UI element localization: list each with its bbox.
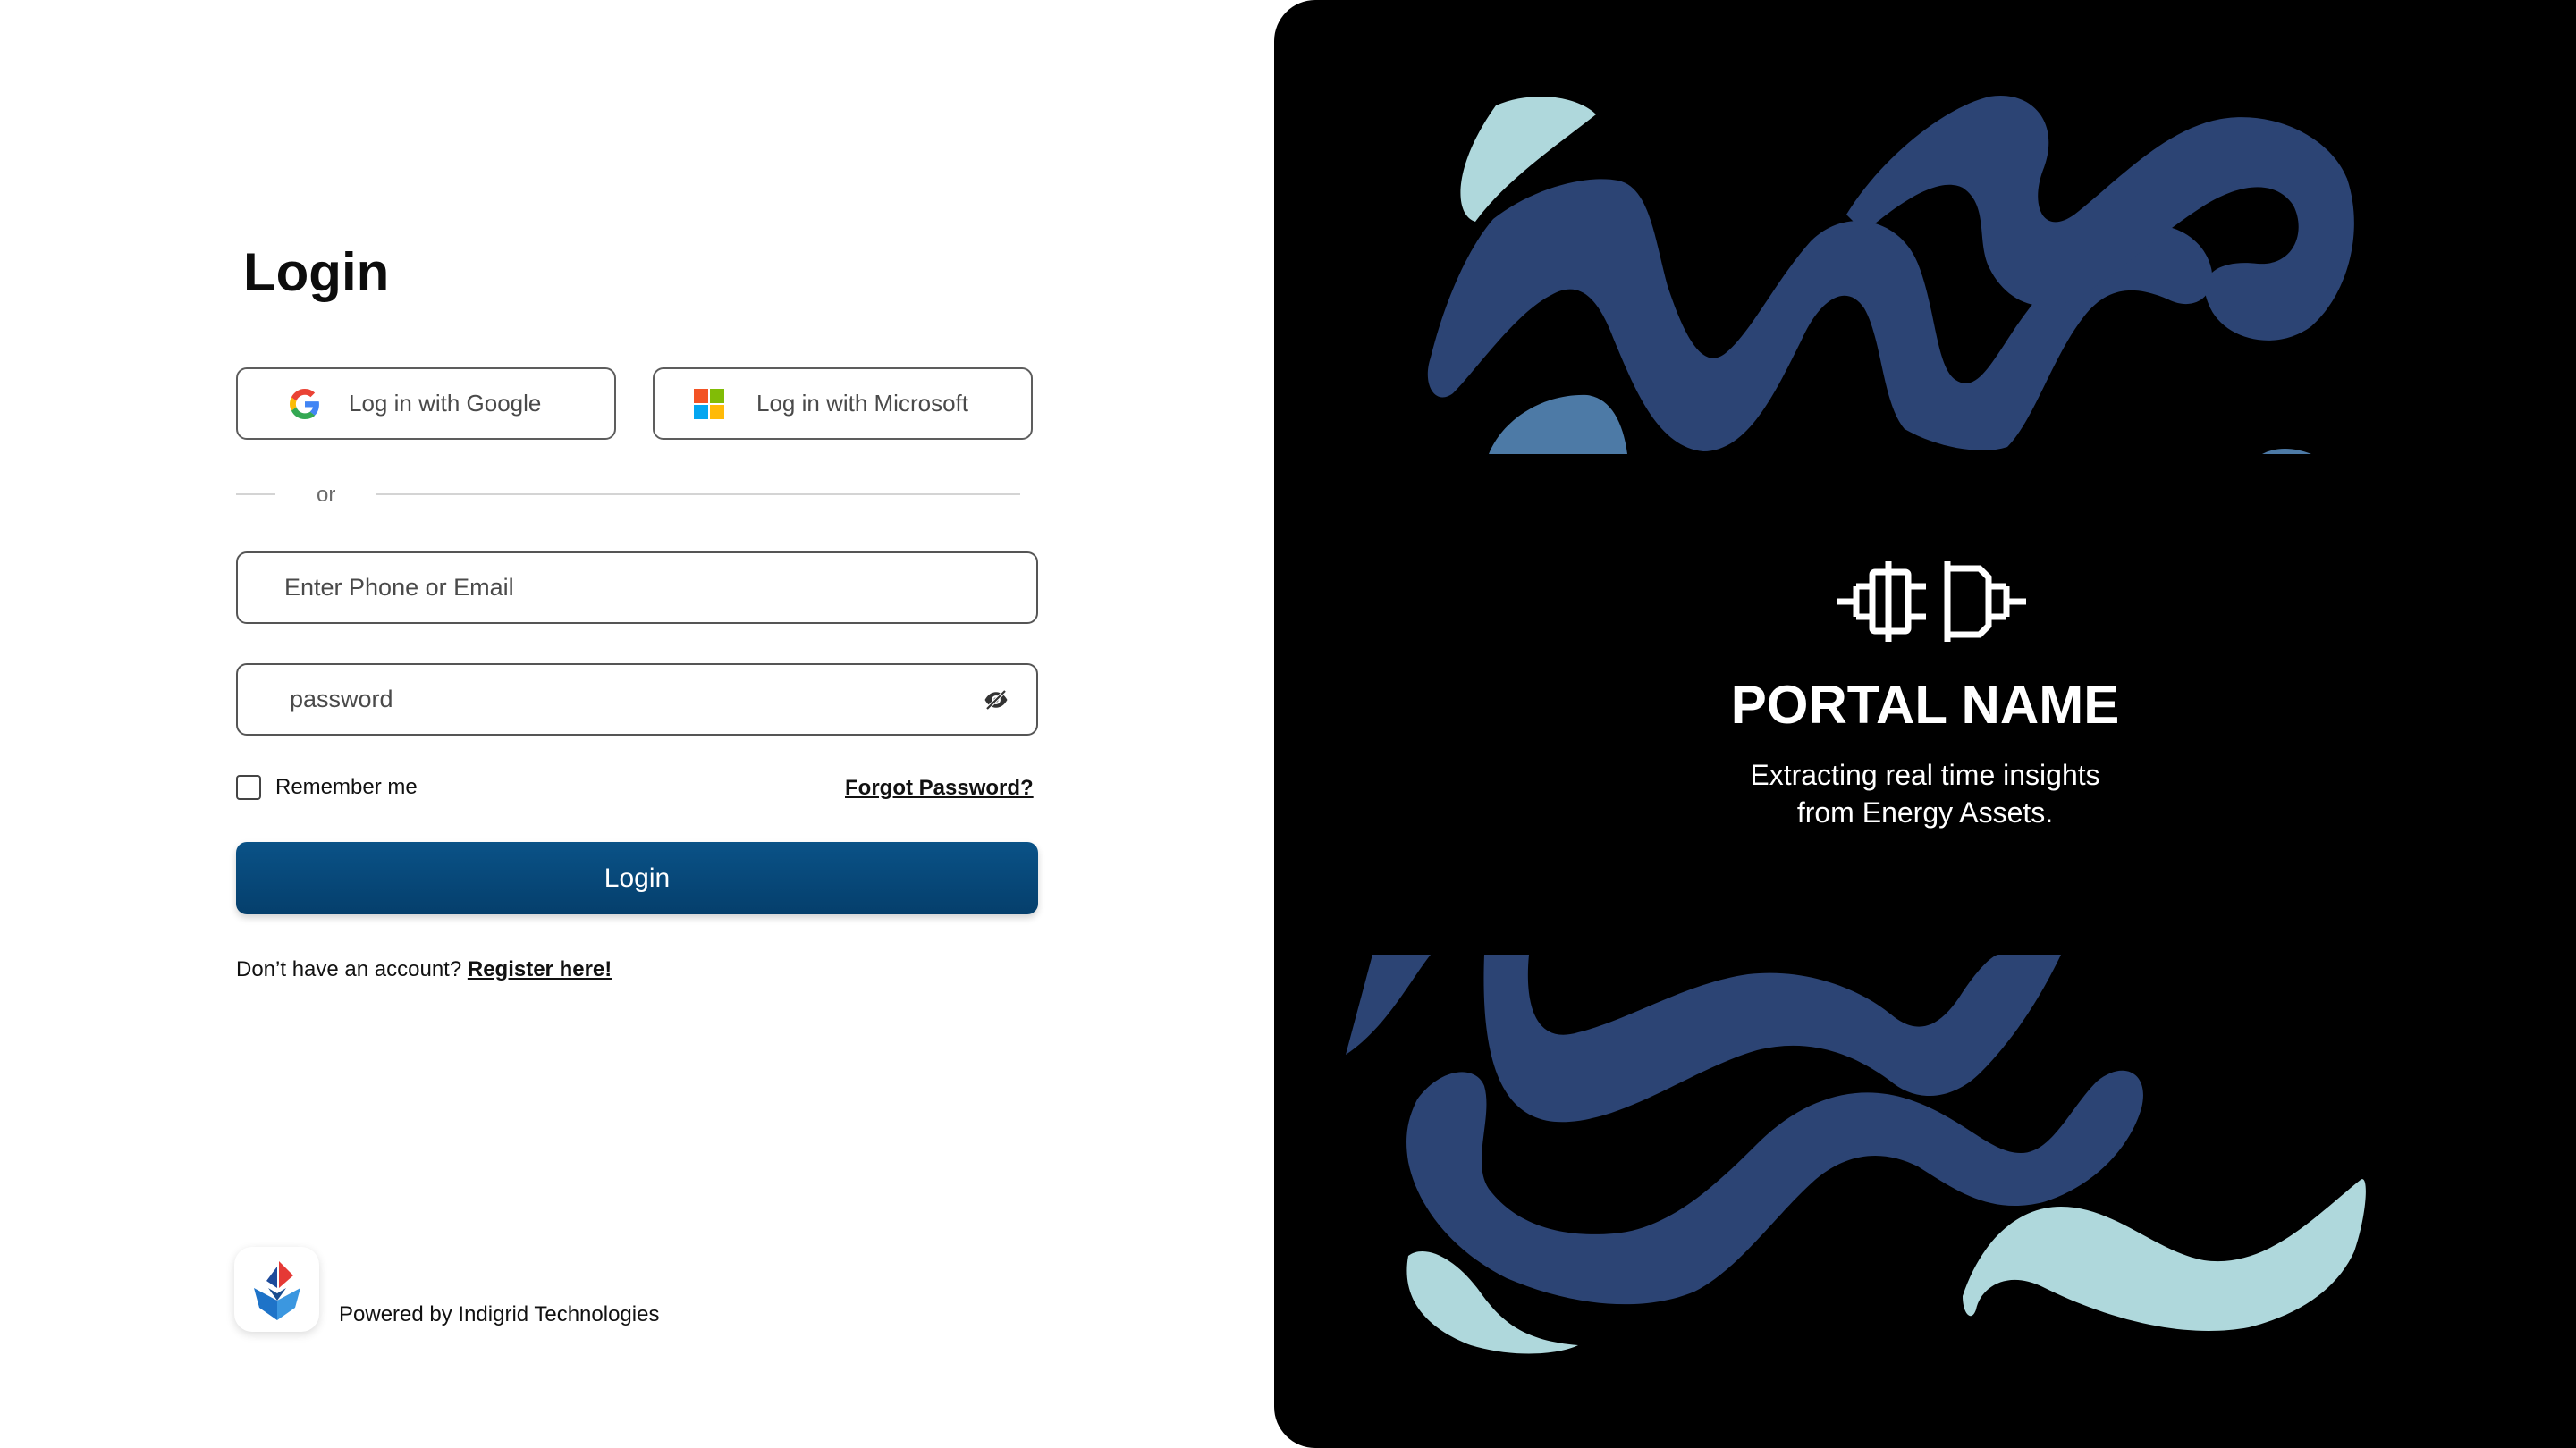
login-title: Login [243,242,390,302]
microsoft-icon [694,388,724,419]
indigrid-logo-icon [254,1261,300,1320]
email-field-wrapper [236,551,1038,624]
google-login-label: Log in with Google [349,390,542,417]
divider-line-right [376,493,1020,495]
divider-line-left [236,493,275,495]
wave-mid-top-right [2262,449,2311,454]
register-prompt: Don’t have an account? [236,957,462,981]
remember-me[interactable]: Remember me [236,775,418,800]
hero-panel: PORTAL NAME Extracting real time insight… [1274,0,2576,1448]
powered-by-text: Powered by Indigrid Technologies [339,1302,660,1326]
wave-mid-top-left [1489,394,1627,454]
microsoft-login-label: Log in with Microsoft [756,390,968,417]
wave-dark-bottom-left [1346,955,1431,1055]
forgot-password-link[interactable]: Forgot Password? [845,776,1034,801]
login-button[interactable]: Login [236,842,1038,914]
register-row: Don’t have an account? Register here! [236,957,612,982]
eye-off-icon[interactable] [983,686,1009,713]
divider-or: or [317,483,336,507]
indigrid-logo [234,1247,319,1332]
plug-connector-icon [1837,561,2026,642]
email-input[interactable] [238,553,1036,622]
remember-me-label: Remember me [275,775,418,799]
google-login-button[interactable]: Log in with Google [236,367,616,440]
wave-dark-bottom-main [1483,955,2061,1123]
microsoft-login-button[interactable]: Log in with Microsoft [653,367,1033,440]
google-icon [290,388,319,419]
register-link[interactable]: Register here! [468,957,612,981]
password-input[interactable] [238,665,1036,734]
portal-name: PORTAL NAME [1730,675,2120,735]
password-field-wrapper [236,663,1038,736]
tagline-line-1: Extracting real time insights [1750,759,2100,791]
tagline-line-2: from Energy Assets. [1796,796,2054,829]
remember-me-checkbox[interactable] [236,775,261,800]
